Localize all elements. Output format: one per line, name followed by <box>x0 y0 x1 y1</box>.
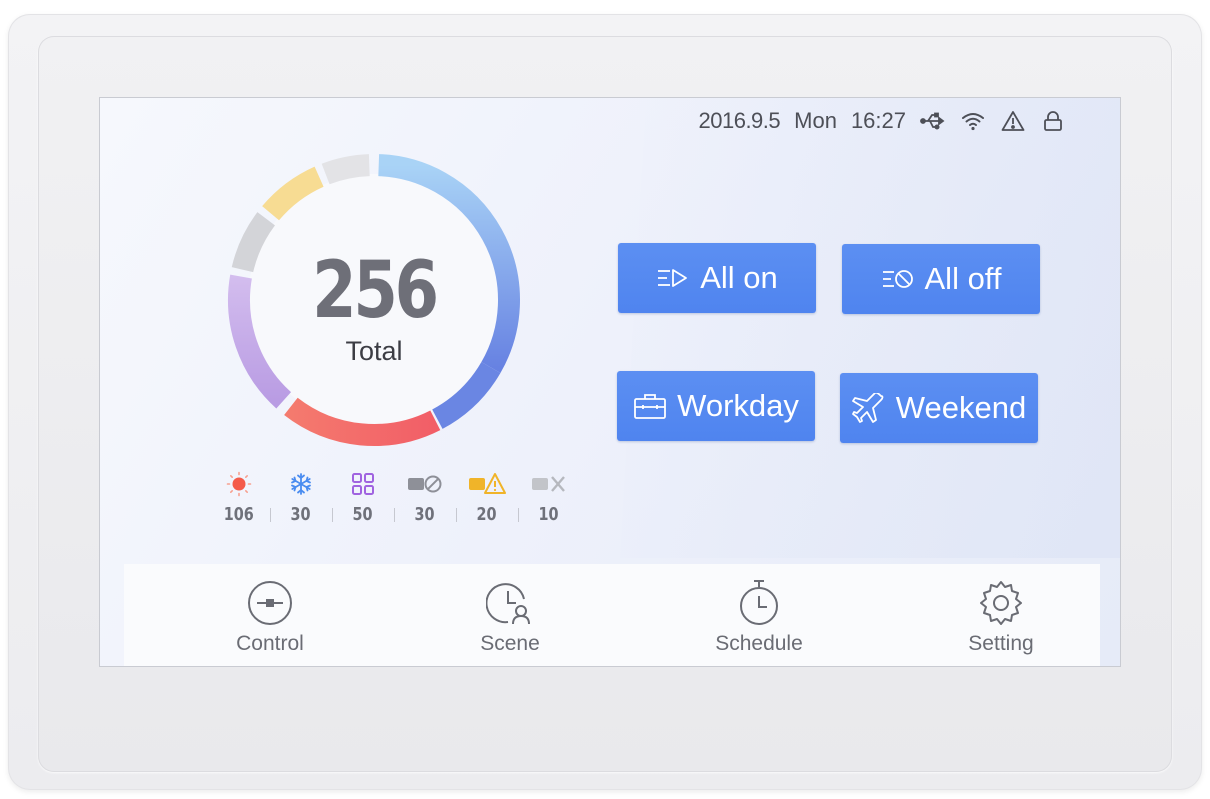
nav-scene-label: Scene <box>480 632 540 655</box>
stat-value: 20 <box>476 504 498 525</box>
stat-value: 106 <box>223 504 255 525</box>
device-off-icon <box>407 472 443 496</box>
stat-off[interactable]: 30 <box>394 472 456 525</box>
bottom-nav: Control Scene Schedule Setting <box>124 564 1100 666</box>
control-icon <box>246 578 294 628</box>
nav-scene[interactable]: Scene <box>430 578 590 656</box>
sun-icon <box>226 471 252 497</box>
all-on-button[interactable]: All on <box>618 243 816 313</box>
all-off-icon <box>881 267 915 291</box>
nav-control-label: Control <box>236 632 304 655</box>
all-on-label: All on <box>700 260 778 295</box>
nav-schedule[interactable]: Schedule <box>679 578 839 656</box>
nav-schedule-label: Schedule <box>715 632 803 655</box>
all-off-button[interactable]: All off <box>842 244 1040 314</box>
stat-grid[interactable]: 50 <box>332 472 394 525</box>
workday-label: Workday <box>677 388 799 423</box>
gauge-segment-7 <box>321 154 370 185</box>
stat-value: 30 <box>414 504 436 525</box>
stat-heating[interactable]: 106 <box>208 471 270 525</box>
touch-screen: 2016.9.5 Mon 16:27 256 Total 106 30 50 3… <box>100 98 1120 666</box>
lock-icon <box>1040 108 1066 134</box>
stopwatch-icon <box>735 578 783 628</box>
total-count: 256 <box>312 246 439 336</box>
warning-icon <box>1000 108 1026 134</box>
nav-setting-label: Setting <box>968 632 1034 655</box>
all-off-label: All off <box>924 261 1002 296</box>
airplane-icon <box>851 393 886 423</box>
scene-icon <box>486 578 534 628</box>
stat-value: 10 <box>538 504 560 525</box>
stat-value: 30 <box>290 504 312 525</box>
stat-error[interactable]: 10 <box>518 472 580 525</box>
total-label: Total <box>345 336 403 366</box>
grid-icon <box>351 472 375 496</box>
weekend-button[interactable]: Weekend <box>840 373 1038 443</box>
device-error-icon <box>531 472 567 496</box>
nav-control[interactable]: Control <box>190 578 350 656</box>
usb-icon <box>920 108 946 134</box>
status-time: 16:27 <box>850 108 906 133</box>
status-bar: 2016.9.5 Mon 16:27 <box>699 106 1067 136</box>
nav-setting[interactable]: Setting <box>921 578 1081 656</box>
gear-icon <box>977 578 1025 628</box>
briefcase-icon <box>633 392 667 420</box>
workday-button[interactable]: Workday <box>617 371 815 441</box>
status-weekday: Mon <box>794 108 837 133</box>
snowflake-icon <box>289 472 313 496</box>
device-warning-icon <box>468 472 506 496</box>
stat-cooling[interactable]: 30 <box>270 472 332 525</box>
all-on-icon <box>656 266 690 290</box>
device-total-gauge: 256 Total <box>224 150 524 450</box>
weekend-label: Weekend <box>895 390 1027 425</box>
status-date: 2016.9.5 <box>698 108 781 133</box>
device-stats: 106 30 50 30 20 10 <box>208 471 580 525</box>
stat-value: 50 <box>352 504 374 525</box>
wifi-icon <box>960 108 986 134</box>
stat-warning[interactable]: 20 <box>456 472 518 525</box>
